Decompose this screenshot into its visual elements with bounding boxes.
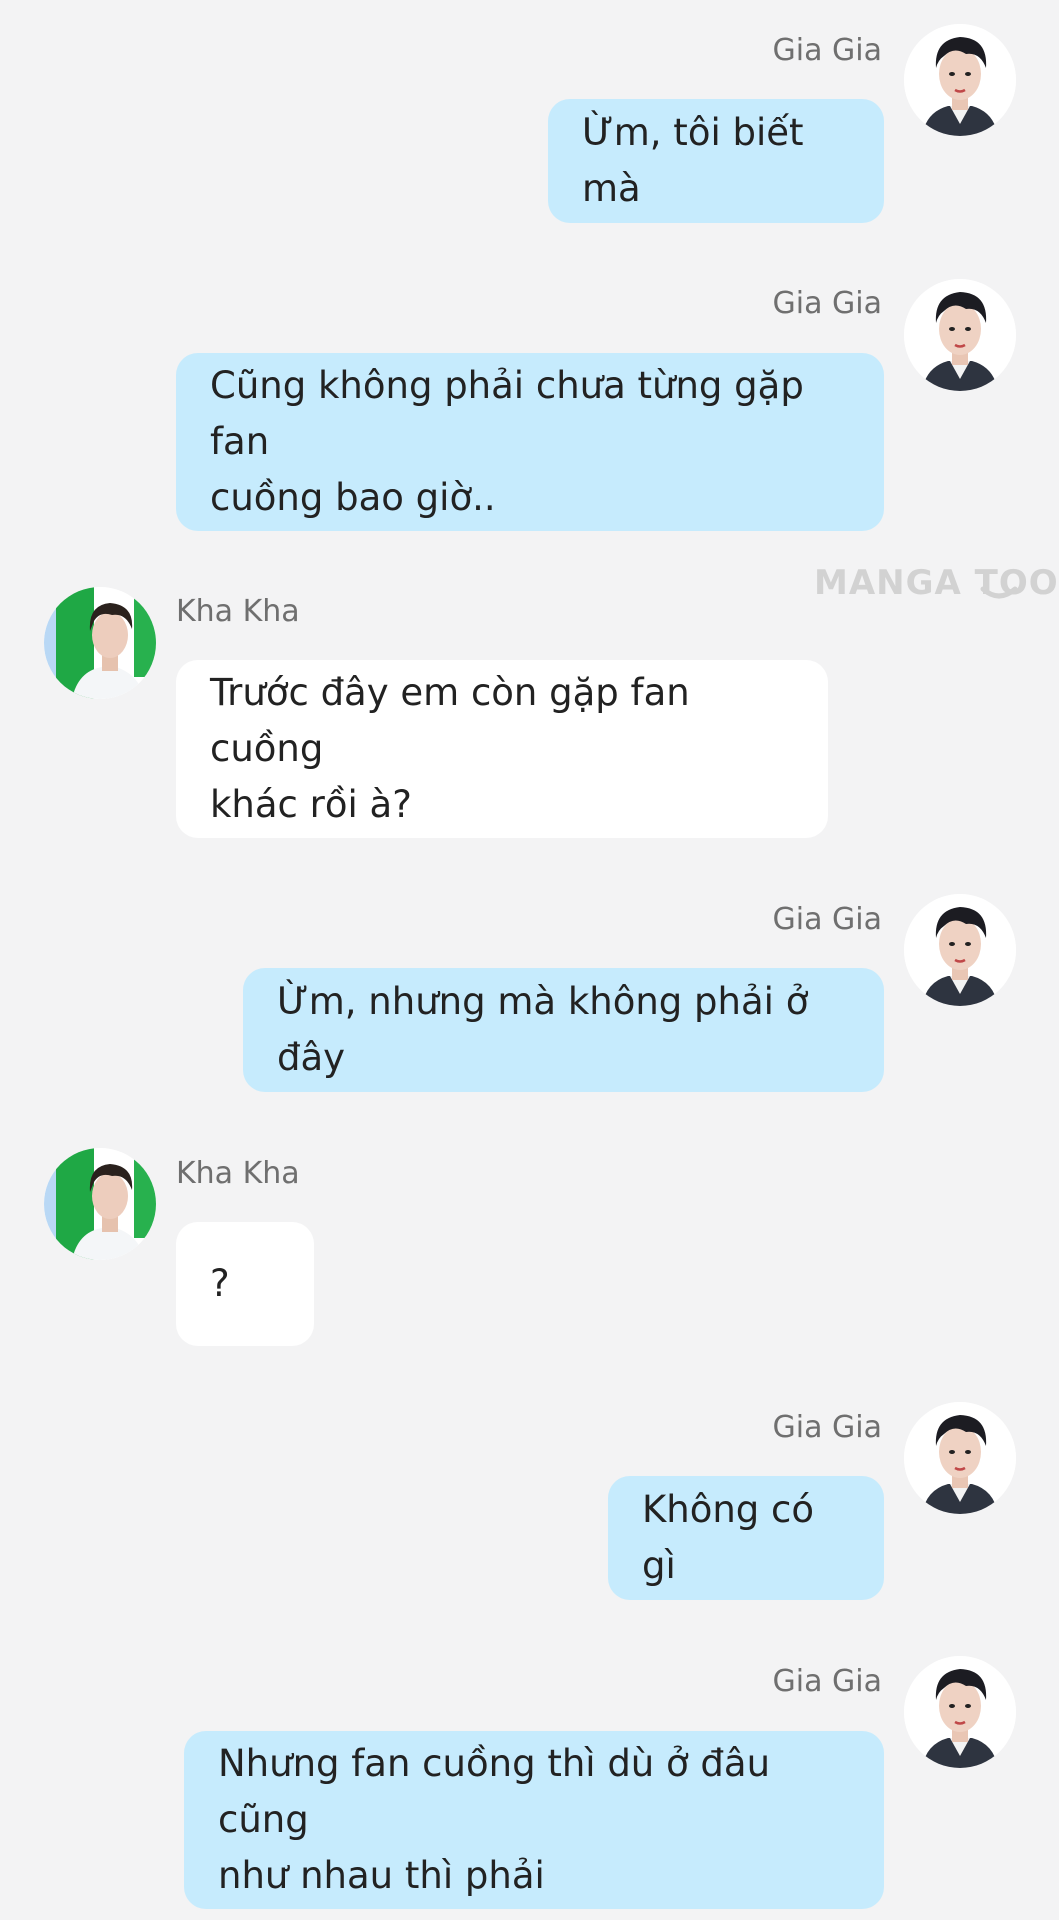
avatar-gia-gia[interactable]: [904, 1656, 1016, 1768]
message-bubble-incoming[interactable]: ?: [176, 1222, 314, 1346]
message-bubble-incoming[interactable]: Trước đây em còn gặp fan cuồng khác rồi …: [176, 660, 828, 838]
message-text: Nhưng fan cuồng thì dù ở đâu cũng như nh…: [218, 1742, 771, 1897]
avatar-gia-gia[interactable]: [904, 279, 1016, 391]
sender-name: Kha Kha: [176, 594, 300, 629]
avatar-gia-gia[interactable]: [904, 894, 1016, 1006]
message-text: Cũng không phải chưa từng gặp fan cuồng …: [210, 364, 804, 519]
sender-name: Gia Gia: [772, 286, 882, 321]
avatar-gia-gia[interactable]: [904, 24, 1016, 136]
message-text: Không có gì: [642, 1488, 815, 1587]
message-bubble-outgoing[interactable]: Cũng không phải chưa từng gặp fan cuồng …: [176, 353, 884, 531]
chat-thread: Gia Gia Ừm, tôi biết mà Gia Gia Cũng khô…: [0, 0, 1059, 1920]
sender-name: Gia Gia: [772, 33, 882, 68]
sender-name: Gia Gia: [772, 1410, 882, 1445]
sender-name: Kha Kha: [176, 1156, 300, 1191]
avatar-kha-kha[interactable]: [44, 1148, 156, 1260]
message-bubble-outgoing[interactable]: Ừm, tôi biết mà: [548, 99, 884, 223]
message-bubble-outgoing[interactable]: Nhưng fan cuồng thì dù ở đâu cũng như nh…: [184, 1731, 884, 1909]
sender-name: Gia Gia: [772, 1664, 882, 1699]
avatar-gia-gia[interactable]: [904, 1402, 1016, 1514]
watermark-logo: MANGA TOON: [814, 563, 1059, 603]
watermark-smile-icon: [980, 586, 1018, 599]
message-text: Ừm, tôi biết mà: [582, 111, 804, 210]
message-bubble-outgoing[interactable]: Ừm, nhưng mà không phải ở đây: [243, 968, 884, 1092]
sender-name: Gia Gia: [772, 902, 882, 937]
message-text: Trước đây em còn gặp fan cuồng khác rồi …: [210, 671, 690, 826]
avatar-kha-kha[interactable]: [44, 587, 156, 699]
message-text: Ừm, nhưng mà không phải ở đây: [277, 980, 809, 1079]
message-text: ?: [210, 1262, 230, 1305]
message-bubble-outgoing[interactable]: Không có gì: [608, 1476, 884, 1600]
